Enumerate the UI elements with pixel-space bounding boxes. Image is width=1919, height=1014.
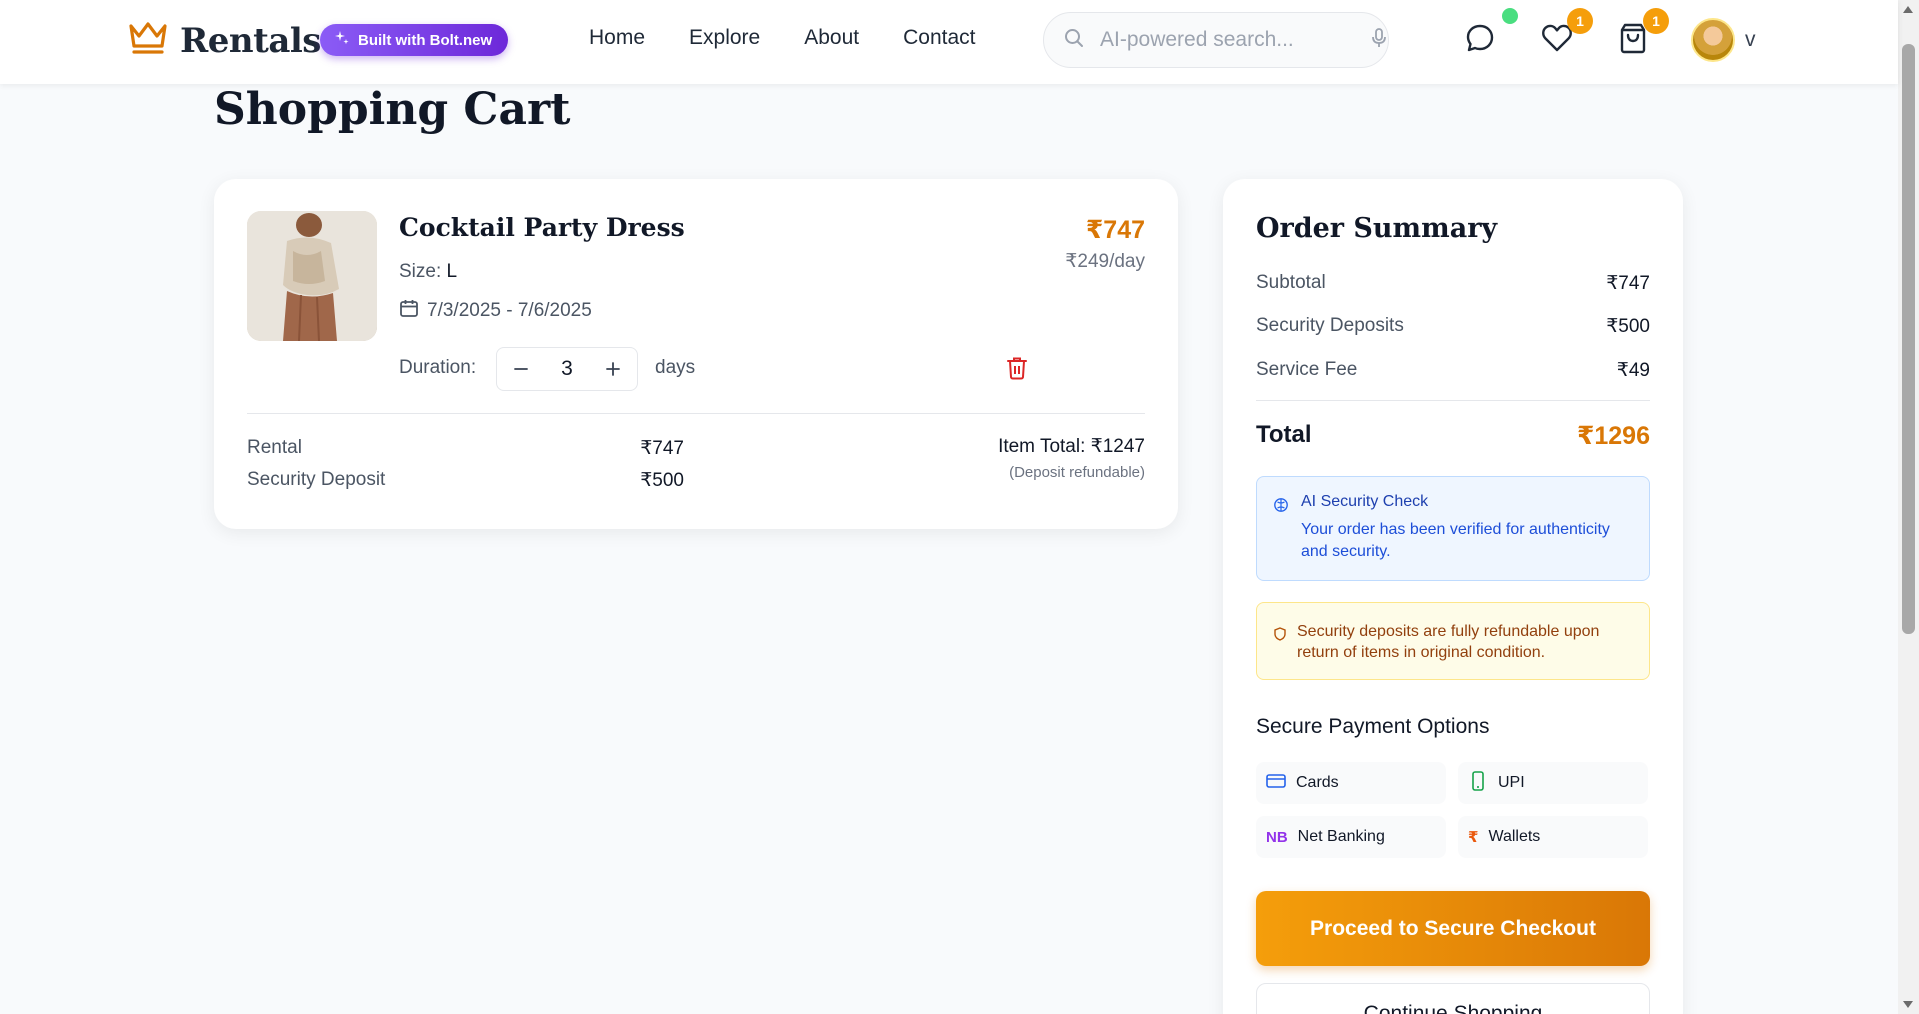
duration-value[interactable]: 3 xyxy=(561,357,573,381)
payment-option-label: Cards xyxy=(1296,774,1339,791)
brain-icon xyxy=(1273,497,1289,518)
microphone-icon[interactable] xyxy=(1371,27,1387,53)
top-navbar: Rentals Built with Bolt.new Home Explore… xyxy=(0,0,1898,84)
rupee-icon: ₹ xyxy=(1468,829,1479,846)
product-image[interactable] xyxy=(247,211,377,341)
product-name[interactable]: Cocktail Party Dress xyxy=(399,213,685,242)
summary-row-label: Security Deposits xyxy=(1256,315,1404,336)
duration-stepper: 3 xyxy=(496,347,638,391)
bolt-badge-label: Built with Bolt.new xyxy=(358,31,493,49)
duration-label: Duration: xyxy=(399,357,477,378)
rental-dates: 7/3/2025 - 7/6/2025 xyxy=(399,298,592,324)
search-bar xyxy=(1043,12,1389,68)
item-divider xyxy=(247,413,1145,414)
rental-value: ₹747 xyxy=(640,438,684,459)
ai-security-check-box: AI Security Check Your order has been ve… xyxy=(1256,476,1650,581)
price-per-day: ₹249/day xyxy=(1065,251,1145,272)
proceed-to-checkout-button[interactable]: Proceed to Secure Checkout xyxy=(1256,891,1650,966)
smartphone-icon xyxy=(1468,770,1488,796)
security-deposit-label: Security Deposit xyxy=(247,469,386,490)
search-icon xyxy=(1064,28,1084,53)
summary-row-subtotal: Subtotal ₹747 xyxy=(1256,272,1650,295)
continue-shopping-button[interactable]: Continue Shopping xyxy=(1256,983,1650,1014)
duration-unit: days xyxy=(655,357,696,378)
ai-security-check-title: AI Security Check xyxy=(1301,493,1429,510)
shield-icon xyxy=(1274,627,1286,646)
dates-text: 7/3/2025 - 7/6/2025 xyxy=(427,300,592,321)
page-title: Shopping Cart xyxy=(214,84,571,135)
credit-card-icon xyxy=(1266,773,1286,794)
rental-label: Rental xyxy=(247,437,302,458)
nb-icon: NB xyxy=(1266,828,1288,846)
payment-option-wallets[interactable]: ₹ Wallets xyxy=(1458,816,1648,858)
nav-explore[interactable]: Explore xyxy=(689,26,760,50)
nav-home[interactable]: Home xyxy=(589,26,645,50)
security-deposit-value: ₹500 xyxy=(640,470,684,491)
scroll-up-arrow-icon[interactable] xyxy=(1903,6,1913,13)
built-with-bolt-badge[interactable]: Built with Bolt.new xyxy=(320,24,509,56)
wishlist-button[interactable]: 1 xyxy=(1539,8,1593,58)
product-size: Size: L xyxy=(399,261,457,283)
payment-option-net-banking[interactable]: NB Net Banking xyxy=(1256,816,1446,858)
plus-icon xyxy=(606,362,620,376)
size-value: L xyxy=(446,261,458,282)
cart-button[interactable]: 1 xyxy=(1615,8,1669,58)
page-scrollbar[interactable] xyxy=(1898,0,1919,1014)
payment-option-label: Wallets xyxy=(1488,828,1541,845)
nav-contact[interactable]: Contact xyxy=(903,26,975,50)
summary-row-service-fee: Service Fee ₹49 xyxy=(1256,359,1650,382)
deposit-notice-text: Security deposits are fully refundable u… xyxy=(1297,623,1600,661)
increase-duration-button[interactable] xyxy=(603,359,623,379)
scroll-down-arrow-icon[interactable] xyxy=(1903,1001,1913,1008)
minus-icon xyxy=(514,368,528,370)
payment-option-cards[interactable]: Cards xyxy=(1256,762,1446,804)
summary-row-security-deposits: Security Deposits ₹500 xyxy=(1256,315,1650,338)
order-summary-title: Order Summary xyxy=(1256,213,1498,244)
item-total: Item Total: ₹1247 xyxy=(998,436,1145,457)
sparkle-icon xyxy=(334,30,350,50)
payment-options-title: Secure Payment Options xyxy=(1256,715,1490,738)
summary-row-value: ₹500 xyxy=(1606,316,1650,337)
payment-option-upi[interactable]: UPI xyxy=(1458,762,1648,804)
total-value: ₹1296 xyxy=(1576,422,1650,450)
main-nav: Home Explore About Contact xyxy=(589,26,976,50)
deposit-refundable-note: (Deposit refundable) xyxy=(1009,464,1145,481)
brand-name: Rentals xyxy=(180,20,321,61)
decrease-duration-button[interactable] xyxy=(511,359,531,379)
search-input[interactable] xyxy=(1100,28,1371,52)
trash-icon xyxy=(1006,357,1028,384)
crown-icon xyxy=(128,20,168,61)
remove-item-button[interactable] xyxy=(1006,356,1030,380)
messages-button[interactable] xyxy=(1462,8,1518,59)
order-summary-card: Order Summary Subtotal ₹747 Security Dep… xyxy=(1223,179,1683,1014)
payment-option-label: Net Banking xyxy=(1297,828,1385,845)
online-indicator xyxy=(1502,8,1518,24)
payment-option-label: UPI xyxy=(1498,774,1525,791)
total-label: Total xyxy=(1256,421,1312,448)
cart-count-badge: 1 xyxy=(1643,8,1669,34)
summary-row-value: ₹747 xyxy=(1606,273,1650,294)
chat-icon xyxy=(1464,22,1496,59)
ai-security-check-text: Your order has been verified for authent… xyxy=(1301,521,1610,560)
avatar[interactable] xyxy=(1691,18,1735,62)
summary-total: Total ₹1296 xyxy=(1256,421,1650,451)
cart-item-card: Cocktail Party Dress Size: L 7/3/2025 - … xyxy=(214,179,1178,529)
summary-row-value: ₹49 xyxy=(1616,360,1650,381)
item-price: ₹747 xyxy=(1085,216,1145,244)
nav-about[interactable]: About xyxy=(804,26,859,50)
scrollbar-thumb[interactable] xyxy=(1902,44,1915,634)
brand-logo[interactable]: Rentals xyxy=(128,20,321,61)
calendar-icon xyxy=(399,298,419,324)
user-name[interactable]: v xyxy=(1745,28,1756,52)
summary-row-label: Subtotal xyxy=(1256,272,1326,293)
wishlist-count-badge: 1 xyxy=(1567,8,1593,34)
size-label: Size: xyxy=(399,261,442,282)
deposit-notice-box: Security deposits are fully refundable u… xyxy=(1256,602,1650,680)
summary-row-label: Service Fee xyxy=(1256,359,1358,380)
summary-divider xyxy=(1256,400,1650,401)
